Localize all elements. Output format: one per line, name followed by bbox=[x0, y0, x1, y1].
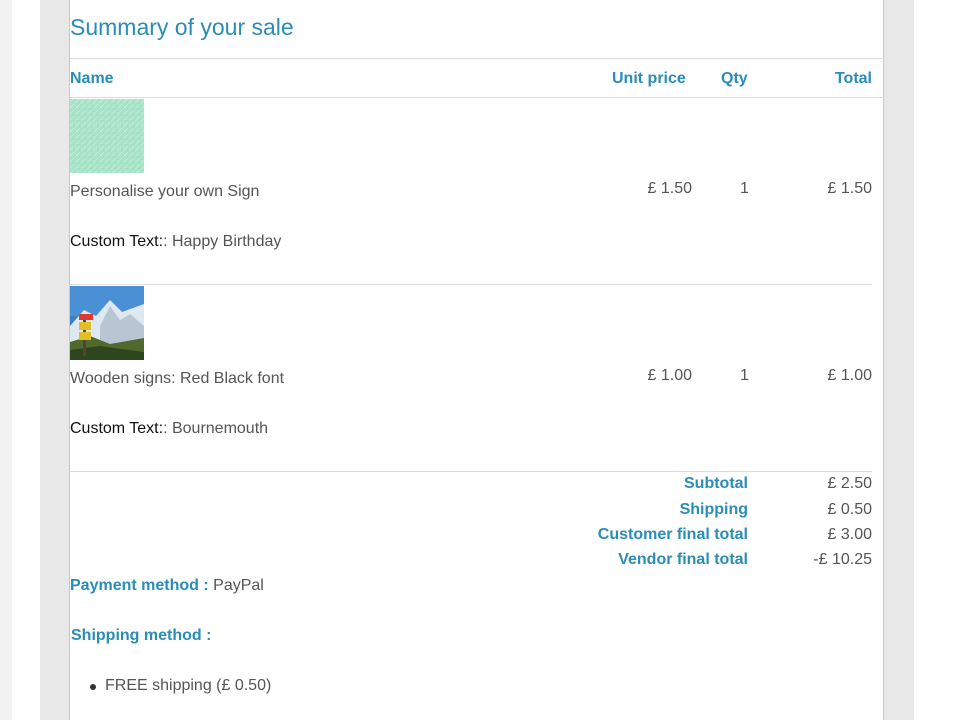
custom-text-label: Custom Text: bbox=[70, 420, 164, 437]
payment-method: Payment method : PayPal bbox=[70, 577, 264, 595]
header-divider bbox=[70, 97, 884, 98]
shipping-option: FREE shipping (£ 0.50) bbox=[105, 677, 272, 694]
title-divider bbox=[70, 58, 884, 59]
subtotal-label: Subtotal bbox=[684, 475, 748, 492]
custom-text-value: : Happy Birthday bbox=[163, 233, 282, 250]
item-name: Wooden signs: Red Black font bbox=[70, 370, 285, 387]
column-header-qty: Qty bbox=[721, 70, 748, 87]
item-unit-price: £ 1.50 bbox=[647, 180, 692, 197]
vendor-final-total-label: Vendor final total bbox=[618, 551, 748, 568]
left-scroll-strip bbox=[0, 0, 12, 720]
bullet-icon bbox=[90, 684, 96, 690]
shipping-value: £ 0.50 bbox=[827, 501, 872, 518]
item-total: £ 1.00 bbox=[827, 367, 872, 384]
item-custom-text: Custom Text:: Happy Birthday bbox=[70, 233, 281, 251]
column-header-name: Name bbox=[70, 70, 114, 87]
mint-texture-image bbox=[70, 99, 144, 173]
vendor-final-total-value: -£ 10.25 bbox=[813, 551, 872, 568]
sale-summary-panel: Summary of your sale Name Unit price Qty… bbox=[69, 0, 884, 720]
mountain-signpost-image bbox=[70, 286, 144, 360]
item-name: Personalise your own Sign bbox=[70, 183, 260, 200]
page-title: Summary of your sale bbox=[70, 14, 294, 40]
shipping-method-label: Shipping method : bbox=[71, 627, 212, 644]
customer-final-total-value: £ 3.00 bbox=[827, 526, 872, 543]
column-header-total: Total bbox=[834, 70, 872, 87]
payment-method-value: PayPal bbox=[213, 577, 264, 594]
product-thumbnail-mountain[interactable] bbox=[70, 286, 144, 360]
custom-text-value: : Bournemouth bbox=[163, 420, 269, 437]
payment-method-label: Payment method : bbox=[70, 577, 209, 594]
page: Summary of your sale Name Unit price Qty… bbox=[0, 0, 970, 720]
item-qty: 1 bbox=[740, 367, 749, 384]
item-qty: 1 bbox=[740, 180, 749, 197]
custom-text-label: Custom Text: bbox=[70, 233, 164, 250]
subtotal-value: £ 2.50 bbox=[827, 475, 872, 492]
item-custom-text: Custom Text:: Bournemouth bbox=[70, 420, 268, 438]
item-total: £ 1.50 bbox=[827, 180, 872, 197]
totals-divider bbox=[70, 471, 872, 472]
shipping-label: Shipping bbox=[679, 501, 748, 518]
column-header-unit-price: Unit price bbox=[612, 70, 686, 87]
item-divider bbox=[70, 284, 872, 285]
item-unit-price: £ 1.00 bbox=[647, 367, 692, 384]
customer-final-total-label: Customer final total bbox=[597, 526, 748, 543]
product-thumbnail-mint[interactable] bbox=[70, 99, 144, 173]
